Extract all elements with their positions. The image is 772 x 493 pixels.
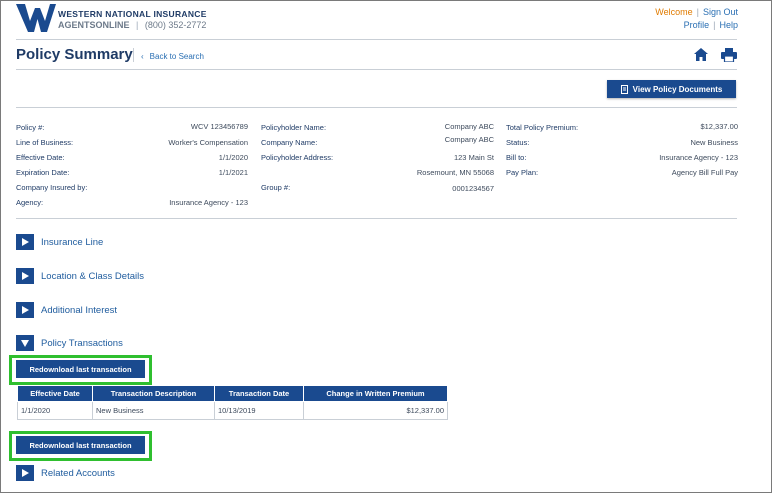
policyholder-name-value: Company ABC — [444, 122, 494, 131]
agency-value: Insurance Agency - 123 — [169, 198, 248, 207]
table-header-row: Effective Date Transaction Description T… — [17, 385, 448, 402]
logo-w-icon — [16, 4, 56, 32]
column-header[interactable]: Effective Date — [17, 385, 93, 402]
triangle-right-icon — [21, 469, 29, 477]
location-class-title[interactable]: Location & Class Details — [41, 271, 144, 282]
sign-out-link[interactable]: Sign Out — [703, 7, 738, 17]
page-title: Policy Summary — [16, 46, 133, 63]
effective-date-label: Effective Date: — [16, 153, 65, 162]
brand-name: Western National Insurance — [58, 9, 207, 19]
triangle-right-icon — [21, 306, 29, 314]
bill-to-label: Bill to: — [506, 153, 527, 162]
related-accounts-title[interactable]: Related Accounts — [41, 468, 115, 479]
column-header[interactable]: Transaction Description — [92, 385, 215, 402]
table-row: 1/1/2020 New Business 10/13/2019 $12,337… — [17, 401, 448, 420]
home-icon[interactable] — [694, 48, 708, 61]
group-number-value: 0001234567 — [452, 184, 494, 193]
table-cell: 1/1/2020 — [17, 401, 93, 420]
phone-number: (800) 352-2772 — [144, 20, 207, 30]
company-name-label: Company Name: — [261, 138, 318, 147]
policyholder-name-label: Policyholder Name: — [261, 123, 327, 132]
additional-interest-title[interactable]: Additional Interest — [41, 305, 117, 316]
view-policy-documents-button[interactable]: View Policy Documents — [607, 80, 736, 98]
triangle-right-icon — [21, 272, 29, 280]
column-header[interactable]: Transaction Date — [214, 385, 304, 402]
transactions-table: Effective Date Transaction Description T… — [17, 385, 448, 420]
policy-number-value: WCV 123456789 — [190, 122, 248, 131]
top-links-row2: Profile | Help — [683, 20, 738, 30]
redownload-last-transaction-button-bottom[interactable]: Redownload last transaction — [16, 436, 145, 454]
brand-subline: AGENTSONLINE | (800) 352-2772 — [58, 20, 206, 30]
total-premium-label: Total Policy Premium: — [506, 123, 579, 132]
brand-separator: | — [136, 20, 139, 30]
table-cell: 10/13/2019 — [214, 401, 304, 420]
back-to-search-label: Back to Search — [149, 52, 204, 61]
address-line1-value: 123 Main St — [453, 153, 494, 162]
effective-date-value: 1/1/2020 — [218, 153, 248, 162]
table-cell: New Business — [92, 401, 215, 420]
view-policy-documents-label: View Policy Documents — [632, 84, 723, 94]
title-divider — [16, 69, 737, 70]
agents-online-label: AGENTSONLINE — [58, 20, 130, 30]
triangle-down-icon — [21, 339, 29, 347]
help-link[interactable]: Help — [719, 20, 738, 30]
policy-number-label: Policy #: — [16, 123, 45, 132]
status-label: Status: — [506, 138, 530, 147]
policy-transactions-toggle[interactable] — [16, 335, 34, 351]
line-of-business-label: Line of Business: — [16, 138, 74, 147]
company-insured-by-label: Company Insured by: — [16, 183, 88, 192]
triangle-right-icon — [21, 238, 29, 246]
additional-interest-toggle[interactable] — [16, 302, 34, 318]
welcome-text: Welcome — [655, 7, 693, 17]
pay-plan-label: Pay Plan: — [506, 168, 539, 177]
back-to-search-link[interactable]: ‹ Back to Search — [141, 52, 204, 61]
column-header[interactable]: Change in Written Premium — [303, 385, 448, 402]
summary-top-divider — [16, 107, 737, 108]
profile-link[interactable]: Profile — [684, 20, 710, 30]
table-cell: $12,337.00 — [303, 401, 448, 420]
expiration-date-value: 1/1/2021 — [218, 168, 248, 177]
group-number-label: Group #: — [261, 183, 291, 192]
agency-label: Agency: — [16, 198, 44, 207]
company-name-value: Company ABC — [444, 135, 494, 144]
policyholder-address-label: Policyholder Address: — [261, 153, 334, 162]
insurance-line-title[interactable]: Insurance Line — [41, 237, 103, 248]
document-icon — [620, 84, 628, 94]
chevron-left-icon: ‹ — [141, 52, 144, 61]
total-premium-value: $12,337.00 — [700, 122, 738, 131]
redownload-last-transaction-button[interactable]: Redownload last transaction — [16, 360, 145, 378]
top-links-row1: Welcome | Sign Out — [655, 7, 738, 17]
summary-bottom-divider — [16, 218, 737, 219]
location-class-toggle[interactable] — [16, 268, 34, 284]
title-separator — [133, 48, 134, 62]
header-divider — [16, 39, 737, 40]
status-value: New Business — [690, 138, 738, 147]
address-line2-value: Rosemount, MN 55068 — [416, 168, 494, 177]
line-of-business-value: Worker's Compensation — [168, 138, 248, 147]
bill-to-value: Insurance Agency - 123 — [659, 153, 738, 162]
pay-plan-value: Agency Bill Full Pay — [671, 168, 738, 177]
expiration-date-label: Expiration Date: — [16, 168, 70, 177]
print-icon[interactable] — [721, 48, 737, 62]
insurance-line-toggle[interactable] — [16, 234, 34, 250]
related-accounts-toggle[interactable] — [16, 465, 34, 481]
policy-transactions-title[interactable]: Policy Transactions — [41, 338, 123, 349]
